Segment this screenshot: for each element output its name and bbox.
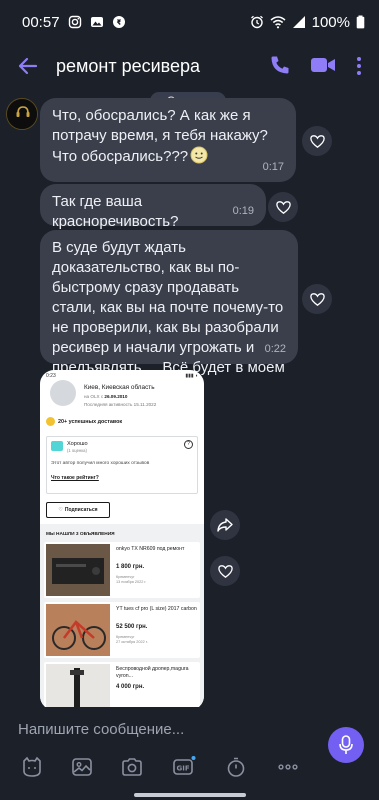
- listing-title: onkyo TX NR609 под ремонт: [116, 546, 185, 552]
- rating-title: Хорошо: [67, 441, 88, 447]
- gif-icon[interactable]: GIF: [170, 753, 198, 781]
- rating-smile-icon: [51, 441, 63, 451]
- signal-icon: [292, 15, 306, 29]
- message-list[interactable]: Сегодня Что, обосрались? А как же я потр…: [0, 90, 379, 707]
- olx-profile-screenshot: 0:23 ▮▮▮ ◖ Киев, Киевская область на OLX…: [40, 370, 204, 707]
- phone-icon[interactable]: [268, 53, 292, 77]
- listing-card: Беспроводной дропер,magura vyron... 4 00…: [44, 662, 200, 707]
- image-status-time: 0:23: [46, 373, 56, 379]
- listing-date: 27 октября 2022 г.: [116, 640, 148, 644]
- timer-icon[interactable]: [222, 753, 250, 781]
- image-status-icons: ▮▮▮ ◖: [185, 373, 198, 379]
- battery-level: 100%: [311, 13, 350, 31]
- message-time: 0:22: [264, 343, 286, 355]
- camera-icon[interactable]: [118, 753, 146, 781]
- message-text: Что, обосрались? А как же я потрачу врем…: [52, 107, 268, 165]
- alarm-icon: [250, 15, 264, 29]
- shazam-icon: [112, 15, 126, 29]
- listing-title: YT tues cf pro (L size) 2017 carbon: [116, 606, 197, 612]
- video-call-icon[interactable]: [310, 54, 336, 76]
- rating-link: Что такое рейтинг?: [51, 475, 99, 481]
- listing-price: 1 800 грн.: [116, 564, 145, 570]
- seller-location: Киев, Киевская область: [84, 384, 155, 391]
- listing-photo-receiver: [46, 544, 110, 596]
- more-horizontal-icon[interactable]: [274, 753, 302, 781]
- like-heart-icon[interactable]: [302, 126, 332, 156]
- back-arrow-icon[interactable]: [14, 52, 42, 80]
- delivery-badge: 20+ успешных доставок: [46, 417, 122, 426]
- seller-avatar: [50, 380, 76, 406]
- listings-count: МЫ НАШЛИ 3 ОБЪЯВЛЕНИЯ: [46, 532, 115, 537]
- listing-photo-dropper: [46, 664, 110, 707]
- composer-toolbar: GIF: [0, 753, 379, 783]
- svg-text:GIF: GIF: [177, 765, 190, 773]
- listing-price: 52 500 грн.: [116, 624, 148, 630]
- message-bubble[interactable]: В суде будут ждать доказательство, как в…: [40, 230, 298, 396]
- more-vertical-icon[interactable]: [354, 54, 364, 78]
- seller-since: на OLX с 26.09.2010: [84, 394, 128, 399]
- chat-title[interactable]: ремонт ресивера: [56, 56, 200, 77]
- like-heart-icon[interactable]: [302, 284, 332, 314]
- image-message[interactable]: 0:23 ▮▮▮ ◖ Киев, Киевская область на OLX…: [40, 370, 204, 707]
- message-time: 0:17: [262, 161, 284, 173]
- microphone-icon: [339, 735, 353, 754]
- rating-text: Этот автор получил много хороших отзывов: [51, 461, 150, 466]
- message-time: 0:19: [232, 205, 254, 217]
- listing-card: onkyo TX NR609 под ремонт 1 800 грн. Кре…: [44, 542, 200, 598]
- instagram-icon: [68, 15, 82, 29]
- message-bubble[interactable]: Так где ваша красноречивость? 0:19: [40, 184, 266, 230]
- seller-last-active: Последняя активность 15.11.2022: [84, 402, 157, 407]
- delivery-icon: [46, 417, 55, 426]
- listing-photo-bike: [46, 604, 110, 656]
- gallery-icon[interactable]: [68, 753, 96, 781]
- listing-price: 4 000 грн.: [116, 684, 145, 690]
- home-indicator[interactable]: [134, 793, 246, 797]
- subscribe-button: ♡ Подписаться: [46, 502, 110, 518]
- like-heart-icon[interactable]: [268, 192, 298, 222]
- message-composer: Напишите сообщение... GIF: [0, 707, 379, 800]
- gallery-icon: [90, 15, 104, 29]
- like-heart-icon[interactable]: [210, 556, 240, 586]
- smile-emoji-icon: [190, 146, 208, 164]
- help-icon: ?: [184, 440, 193, 449]
- listing-title: Беспроводной дропер,magura vyron...: [116, 666, 189, 679]
- wifi-icon: [270, 15, 286, 29]
- status-bar: 00:57 100%: [0, 0, 379, 44]
- message-bubble[interactable]: Что, обосрались? А как же я потрачу врем…: [40, 98, 296, 182]
- rating-card: Хорошо (1 оценка) ? Этот автор получил м…: [46, 436, 198, 494]
- message-text: Так где ваша красноречивость?: [52, 193, 179, 230]
- contact-avatar[interactable]: [6, 98, 38, 130]
- chat-header: ремонт ресивера: [0, 44, 379, 90]
- battery-icon: [356, 15, 365, 29]
- listing-date: 13 ноября 2022 г.: [116, 580, 147, 584]
- status-time: 00:57: [22, 13, 60, 31]
- listing-card: YT tues cf pro (L size) 2017 carbon 52 5…: [44, 602, 200, 658]
- message-input[interactable]: Напишите сообщение...: [18, 721, 184, 738]
- sticker-icon[interactable]: [18, 753, 46, 781]
- share-forward-icon[interactable]: [210, 510, 240, 540]
- rating-count: (1 оценка): [67, 448, 87, 453]
- heart-outline-icon: ♡: [58, 507, 63, 513]
